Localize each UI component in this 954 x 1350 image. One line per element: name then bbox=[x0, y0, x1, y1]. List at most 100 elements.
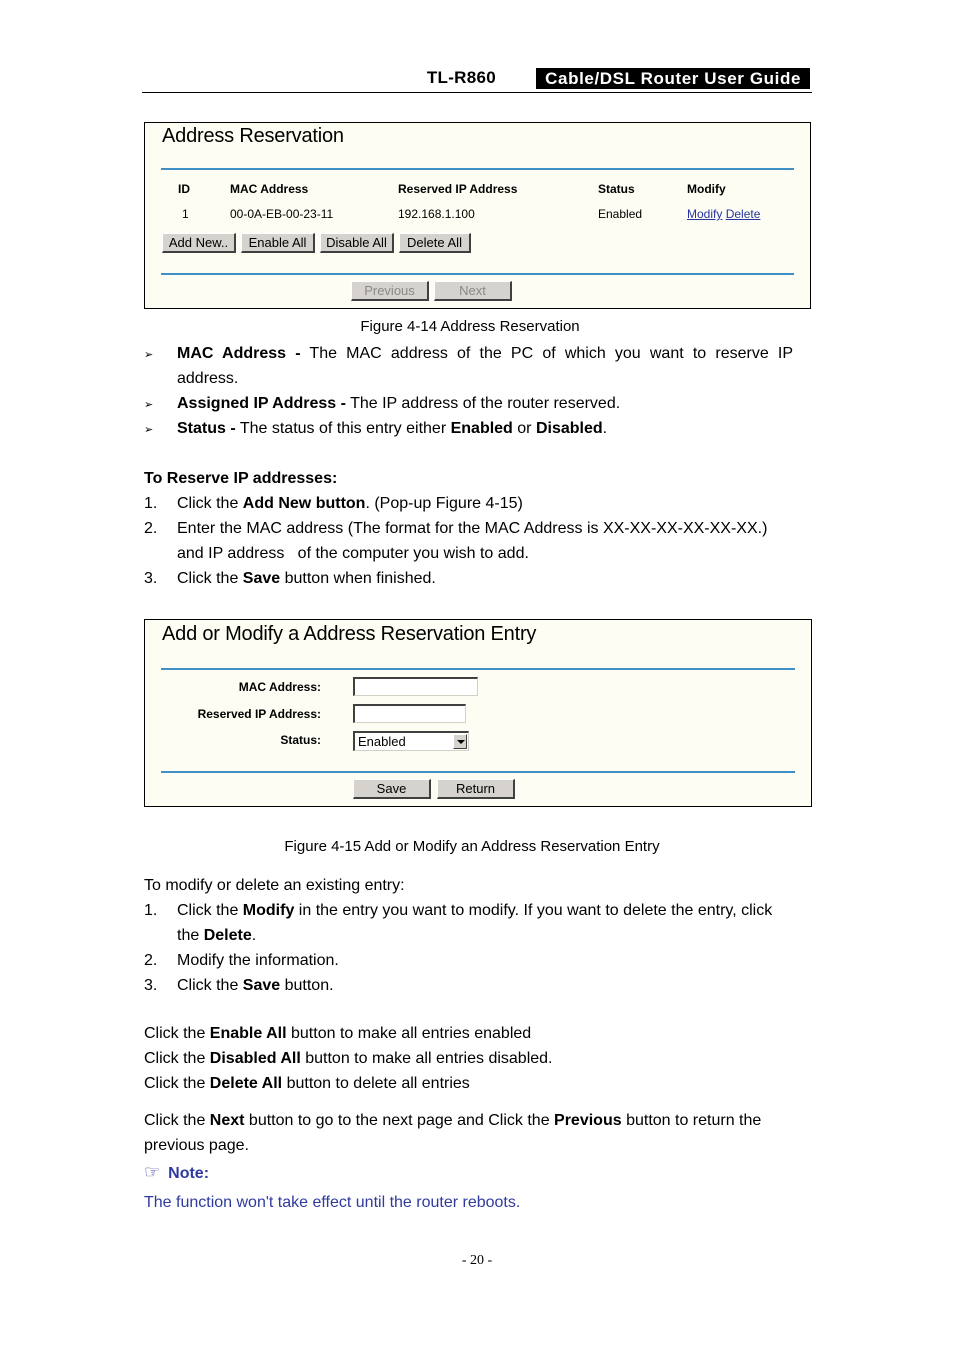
text: Click the bbox=[144, 1025, 210, 1042]
step-bold: Save bbox=[242, 570, 281, 587]
step-text: button when finished. bbox=[280, 570, 436, 587]
text: Click the bbox=[144, 1075, 210, 1092]
cell-ip: 192.168.1.100 bbox=[398, 207, 475, 221]
desc-text: . bbox=[602, 420, 608, 437]
step-bold: Save bbox=[242, 977, 281, 994]
text: button to make all entries disabled. bbox=[300, 1050, 553, 1067]
figure-14-caption: Figure 4-14 Address Reservation bbox=[360, 318, 580, 335]
bold-text: Previous bbox=[554, 1112, 622, 1129]
step-number: 2. bbox=[144, 952, 158, 969]
panel-title: Add or Modify a Address Reservation Entr… bbox=[162, 623, 537, 645]
text: button to return the bbox=[621, 1112, 762, 1129]
step-bold: Modify bbox=[242, 902, 295, 919]
col-header-modify: Modify bbox=[687, 182, 726, 196]
delete-all-button[interactable]: Delete All bbox=[399, 233, 471, 253]
delete-link[interactable]: Delete bbox=[726, 207, 761, 221]
desc-bold: Disabled bbox=[535, 420, 603, 437]
desc-status: Status - The status of this entry either… bbox=[177, 416, 607, 441]
divider bbox=[161, 668, 795, 670]
reserve-step-2-cont: and IP address of the computer you wish … bbox=[177, 545, 529, 562]
note-label: Note: bbox=[168, 1165, 210, 1182]
bold-text: Delete All bbox=[209, 1075, 283, 1092]
step-text: Click the bbox=[177, 495, 243, 512]
step-text: the bbox=[177, 927, 204, 944]
desc-assigned-ip: Assigned IP Address - The IP address of … bbox=[177, 391, 620, 416]
panel-title: Address Reservation bbox=[162, 125, 344, 147]
note-text: The function won't take effect until the… bbox=[144, 1194, 521, 1211]
address-reservation-panel: Address Reservation ID MAC Address Reser… bbox=[144, 122, 811, 309]
desc-term: Status - bbox=[177, 420, 236, 437]
disable-all-button[interactable]: Disable All bbox=[320, 233, 394, 253]
page-header: TL-R860 Cable/DSL Router User Guide bbox=[142, 66, 812, 93]
desc-text: The status of this entry either bbox=[235, 420, 451, 437]
modify-step-2: Modify the information. bbox=[177, 952, 339, 969]
step-bold: Add New button bbox=[242, 495, 366, 512]
status-label: Status: bbox=[280, 733, 321, 747]
step-text: . bbox=[251, 927, 257, 944]
reserve-heading: To Reserve IP addresses: bbox=[144, 466, 337, 491]
modify-step-3: Click the Save button. bbox=[177, 973, 334, 998]
bold-text: Disabled All bbox=[209, 1050, 301, 1067]
status-select[interactable]: Enabled bbox=[353, 731, 469, 751]
header-model: TL-R860 bbox=[426, 68, 496, 87]
desc-mac: MAC Address - The MAC address of the PC … bbox=[177, 341, 793, 366]
col-header-mac: MAC Address bbox=[230, 182, 309, 196]
bulk-delete-all: Click the Delete All button to delete al… bbox=[144, 1071, 470, 1096]
enable-all-button[interactable]: Enable All bbox=[241, 233, 315, 253]
paging-text-cont: previous page. bbox=[144, 1137, 249, 1154]
reserve-step-2: Enter the MAC address (The format for th… bbox=[177, 520, 768, 537]
cell-mac: 00-0A-EB-00-23-11 bbox=[230, 207, 334, 221]
text: button to make all entries enabled bbox=[286, 1025, 532, 1042]
step-number: 2. bbox=[144, 520, 158, 537]
reserve-step-1: Click the Add New button. (Pop-up Figure… bbox=[177, 491, 523, 516]
cell-actions: Modify Delete bbox=[687, 207, 760, 221]
step-number: 1. bbox=[144, 495, 158, 512]
text: button to go to the next page and Click … bbox=[244, 1112, 555, 1129]
bold-text: Next bbox=[209, 1112, 245, 1129]
step-number: 3. bbox=[144, 570, 158, 587]
step-text: Click the bbox=[177, 570, 243, 587]
reserve-step-3: Click the Save button when finished. bbox=[177, 566, 436, 591]
divider bbox=[161, 273, 794, 275]
desc-term: Assigned IP Address - bbox=[177, 395, 346, 412]
header-title: Cable/DSL Router User Guide bbox=[536, 68, 810, 89]
col-header-ip: Reserved IP Address bbox=[398, 182, 518, 196]
desc-term: MAC Address - bbox=[177, 345, 301, 362]
desc-text: The IP address of the router reserved. bbox=[345, 395, 621, 412]
cell-status: Enabled bbox=[598, 207, 643, 221]
text: Click the bbox=[144, 1050, 210, 1067]
step-number: 3. bbox=[144, 977, 158, 994]
modify-link[interactable]: Modify bbox=[687, 207, 722, 221]
step-text: . (Pop-up Figure 4-15) bbox=[365, 495, 523, 512]
divider bbox=[161, 168, 794, 170]
paging-text: Click the Next button to go to the next … bbox=[144, 1108, 761, 1133]
bulk-enable-all: Click the Enable All button to make all … bbox=[144, 1021, 531, 1046]
step-text: Click the bbox=[177, 902, 243, 919]
return-button[interactable]: Return bbox=[437, 779, 515, 799]
step-text: button. bbox=[280, 977, 334, 994]
chevron-down-icon[interactable] bbox=[453, 734, 467, 749]
page-number: - 20 - bbox=[461, 1253, 493, 1268]
reserved-ip-input[interactable] bbox=[353, 704, 466, 723]
desc-mac-cont: address. bbox=[177, 370, 239, 387]
note-heading: ☞ Note: bbox=[144, 1160, 209, 1186]
col-header-status: Status bbox=[598, 182, 635, 196]
modify-intro: To modify or delete an existing entry: bbox=[144, 877, 405, 894]
text: Click the bbox=[144, 1112, 210, 1129]
add-new-button[interactable]: Add New.. bbox=[162, 233, 236, 253]
reserved-ip-label: Reserved IP Address: bbox=[197, 707, 321, 721]
heading-text: To Reserve IP addresses: bbox=[144, 470, 338, 487]
step-text: Click the bbox=[177, 977, 243, 994]
divider bbox=[161, 771, 795, 773]
mac-address-input[interactable] bbox=[353, 677, 478, 696]
add-modify-entry-panel: Add or Modify a Address Reservation Entr… bbox=[144, 619, 812, 807]
desc-text: or bbox=[512, 420, 536, 437]
next-button[interactable]: Next bbox=[434, 281, 512, 301]
modify-step-1: Click the Modify in the entry you want t… bbox=[177, 898, 772, 923]
col-header-id: ID bbox=[178, 182, 190, 196]
status-select-value: Enabled bbox=[358, 734, 406, 749]
cell-id: 1 bbox=[182, 207, 189, 221]
modify-step-1-cont: the Delete. bbox=[177, 923, 256, 948]
save-button[interactable]: Save bbox=[353, 779, 431, 799]
previous-button[interactable]: Previous bbox=[351, 281, 429, 301]
